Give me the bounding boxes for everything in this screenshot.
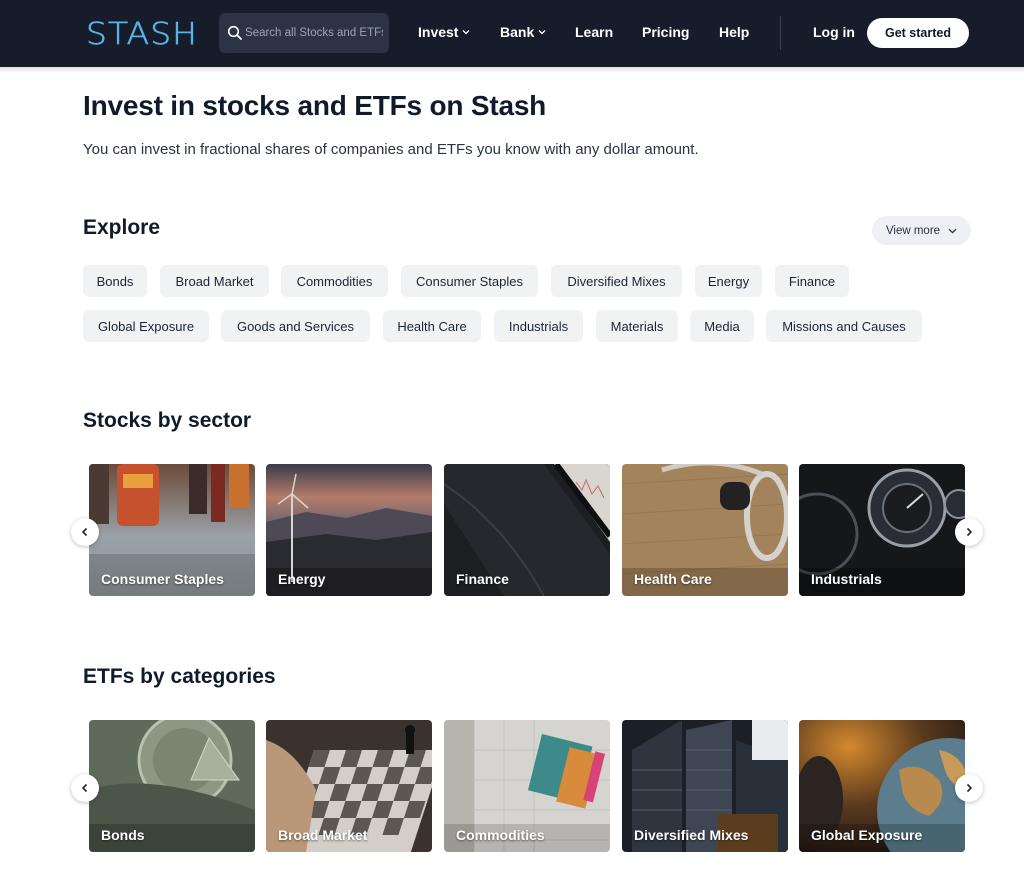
get-started-label: Get started xyxy=(885,26,951,40)
card-label: Energy xyxy=(278,571,326,587)
sector-card-health-care[interactable]: Health Care xyxy=(622,464,788,596)
login-label: Log in xyxy=(813,24,855,40)
etf-carousel-next[interactable] xyxy=(955,774,983,802)
stash-logo[interactable]: STASH xyxy=(86,16,200,48)
get-started-button[interactable]: Get started xyxy=(867,18,969,48)
stocks-by-sector-heading: Stocks by sector xyxy=(83,409,252,432)
chevron-left-icon xyxy=(81,527,88,537)
card-label: Consumer Staples xyxy=(101,571,224,587)
card-label: Health Care xyxy=(634,571,712,587)
etf-card-bonds[interactable]: Bonds xyxy=(89,720,255,852)
page-subtitle: You can invest in fractional shares of c… xyxy=(83,141,699,158)
sector-card-industrials[interactable]: Industrials xyxy=(799,464,965,596)
chip-missions-and-causes[interactable]: Missions and Causes xyxy=(766,310,922,342)
nav-help-label: Help xyxy=(719,24,750,40)
card-label: Broad Market xyxy=(278,827,368,843)
chip-label: Consumer Staples xyxy=(416,273,523,289)
card-label: Industrials xyxy=(811,571,882,587)
view-more-label: View more xyxy=(885,224,941,237)
chip-bonds[interactable]: Bonds xyxy=(83,265,147,297)
card-label: Global Exposure xyxy=(811,827,923,843)
card-label: Finance xyxy=(456,571,509,587)
etf-card-diversified-mixes[interactable]: Diversified Mixes xyxy=(622,720,788,852)
sector-card-energy[interactable]: Energy xyxy=(266,464,432,596)
chevron-right-icon xyxy=(966,527,973,537)
chip-label: Health Care xyxy=(397,318,467,334)
top-nav: STASH Invest Bank Learn Pricing Help Log… xyxy=(0,0,1024,67)
nav-pricing[interactable]: Pricing xyxy=(642,24,689,40)
chip-label: Missions and Causes xyxy=(782,318,906,334)
svg-text:STASH: STASH xyxy=(86,17,198,48)
chip-materials[interactable]: Materials xyxy=(596,310,678,342)
sector-carousel-next[interactable] xyxy=(955,518,983,546)
chip-health-care[interactable]: Health Care xyxy=(383,310,481,342)
search-input[interactable] xyxy=(245,13,383,53)
nav-pricing-label: Pricing xyxy=(642,24,690,40)
chip-finance[interactable]: Finance xyxy=(775,265,849,297)
chip-label: Bonds xyxy=(96,273,134,289)
chip-consumer-staples[interactable]: Consumer Staples xyxy=(401,265,538,297)
chevron-down-icon xyxy=(463,30,470,35)
nav-divider xyxy=(780,16,781,50)
card-label: Bonds xyxy=(101,827,145,843)
card-label: Diversified Mixes xyxy=(634,827,749,843)
chevron-left-icon xyxy=(81,783,88,793)
etf-card-global-exposure[interactable]: Global Exposure xyxy=(799,720,965,852)
etf-carousel-prev[interactable] xyxy=(71,774,99,802)
sector-carousel-prev[interactable] xyxy=(71,518,99,546)
chip-label: Media xyxy=(704,318,740,334)
chip-media[interactable]: Media xyxy=(690,310,754,342)
page-title: Invest in stocks and ETFs on Stash xyxy=(83,90,547,121)
sector-card-consumer-staples[interactable]: Consumer Staples xyxy=(89,464,255,596)
chevron-down-icon xyxy=(538,30,546,35)
chip-label: Global Exposure xyxy=(97,318,195,334)
chip-energy[interactable]: Energy xyxy=(695,265,762,297)
chip-industrials[interactable]: Industrials xyxy=(494,310,583,342)
etf-card-broad-market[interactable]: Broad Market xyxy=(266,720,432,852)
nav-invest[interactable]: Invest xyxy=(418,24,470,40)
chip-label: Commodities xyxy=(296,273,373,289)
chip-label: Finance xyxy=(788,273,836,289)
nav-learn-label: Learn xyxy=(575,24,614,40)
chip-label: Goods and Services xyxy=(236,318,355,334)
nav-bank-label: Bank xyxy=(500,24,535,40)
search-box[interactable] xyxy=(219,13,389,53)
stash-logo-mark: STASH xyxy=(86,17,198,48)
etf-card-commodities[interactable]: Commodities xyxy=(444,720,610,852)
chevron-right-icon xyxy=(966,783,973,793)
nav-invest-label: Invest xyxy=(418,24,459,40)
explore-heading: Explore xyxy=(83,216,161,239)
chip-broad-market[interactable]: Broad Market xyxy=(160,265,269,297)
view-more-button[interactable]: View more xyxy=(872,216,971,245)
login-link[interactable]: Log in xyxy=(813,24,855,40)
sector-card-finance[interactable]: Finance xyxy=(444,464,610,596)
chip-global-exposure[interactable]: Global Exposure xyxy=(83,310,209,342)
chip-label: Industrials xyxy=(508,318,569,334)
etfs-by-categories-heading: ETFs by categories xyxy=(83,665,276,688)
nav-help[interactable]: Help xyxy=(719,24,749,40)
chip-label: Diversified Mixes xyxy=(567,273,666,289)
nav-bank[interactable]: Bank xyxy=(500,24,546,40)
chevron-down-icon xyxy=(948,228,957,234)
chip-label: Broad Market xyxy=(175,273,254,289)
search-icon xyxy=(227,25,242,40)
chip-label: Energy xyxy=(707,273,750,289)
nav-shadow xyxy=(0,67,1024,73)
chip-goods-and-services[interactable]: Goods and Services xyxy=(221,310,370,342)
chip-label: Materials xyxy=(610,318,664,334)
chip-commodities[interactable]: Commodities xyxy=(281,265,388,297)
chip-diversified-mixes[interactable]: Diversified Mixes xyxy=(551,265,682,297)
nav-learn[interactable]: Learn xyxy=(575,24,613,40)
card-label: Commodities xyxy=(456,827,545,843)
